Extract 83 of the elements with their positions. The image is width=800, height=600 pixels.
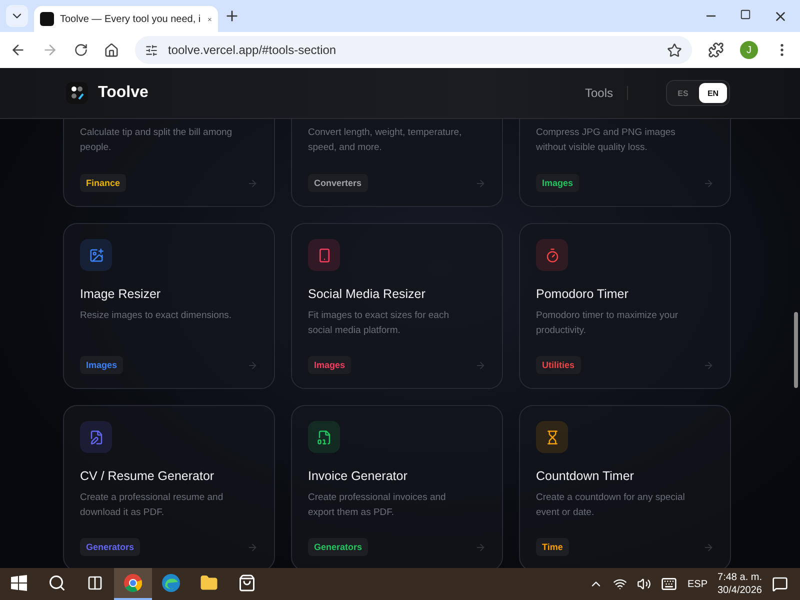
language-option[interactable]: ES — [669, 83, 697, 103]
card-title: Image Resizer — [80, 287, 162, 301]
logo-icon — [66, 82, 88, 104]
arrow-icon — [703, 542, 714, 552]
card-description: Calculate tip and split the bill among people. — [80, 126, 234, 155]
keyboard-icon[interactable] — [661, 576, 678, 592]
stopwatch-icon — [544, 248, 560, 262]
date-text: 30/4/2026 — [718, 584, 762, 597]
browser-icon[interactable] — [124, 574, 142, 592]
nav-link[interactable]: Tools — [584, 86, 628, 100]
extensions-icon[interactable] — [708, 42, 724, 58]
site-icon — [40, 12, 54, 26]
card-title: Pomodoro Timer — [536, 287, 630, 301]
back-icon[interactable] — [10, 42, 26, 58]
tool-card[interactable]: Pomodoro Timer Pomodoro timer to maximize your productivity. Utilities — [519, 223, 731, 389]
category-tag: Generators — [308, 538, 368, 556]
card-title: Invoice Generator — [308, 469, 408, 483]
new-tab-icon[interactable] — [224, 8, 240, 24]
search-icon[interactable] — [48, 574, 66, 592]
tool-card[interactable]: Image Resizer Resize images to exact dimensions. Images — [63, 223, 275, 389]
tool-card[interactable]: Compress JPG and PNG images without visible quality loss. Images — [519, 119, 731, 207]
tool-card[interactable]: Invoice Generator Create professional invoices and export them as PDF. Generators — [291, 405, 503, 568]
home-icon[interactable] — [104, 42, 119, 58]
browser-tab[interactable]: Toolve — Every tool you need, i — [34, 6, 218, 32]
card-title: CV / Resume Generator — [80, 469, 216, 483]
category-tag: Images — [80, 356, 124, 374]
hourglass-icon — [544, 430, 560, 444]
notifications-icon[interactable] — [772, 576, 788, 592]
card-title: Social Media Resizer — [308, 287, 426, 301]
folder-icon[interactable] — [200, 574, 218, 592]
tool-card[interactable]: Calculate tip and split the bill among people. Finance — [63, 119, 275, 207]
tab-title: Toolve — Every tool you need, i — [60, 14, 201, 24]
tab-list-button[interactable] — [6, 5, 28, 27]
store-icon[interactable] — [238, 574, 256, 592]
category-tag: Generators — [80, 538, 140, 556]
card-description: Create professional invoices and export them as PDF. — [308, 491, 447, 520]
arrow-icon — [475, 542, 486, 552]
clock[interactable]: 7:48 a. m. 30/4/2026 — [718, 571, 762, 597]
card-description: Create a countdown for any special event or date. — [536, 491, 686, 520]
card-description: Convert length, weight, temperature, speed, and more. — [308, 126, 463, 155]
arrow-icon — [247, 360, 258, 370]
tool-card[interactable]: Convert length, weight, temperature, speed, and more. Converters — [291, 119, 503, 207]
card-description: Resize images to exact dimensions. — [80, 309, 233, 323]
bookmark-star-icon[interactable] — [667, 42, 682, 58]
arrow-icon — [703, 360, 714, 370]
file-digits-icon — [316, 430, 332, 444]
language-option[interactable]: EN — [699, 83, 727, 103]
card-description: Pomodoro timer to maximize your productivity. — [536, 309, 680, 338]
address-bar[interactable]: toolve.vercel.app/#tools-section — [135, 36, 692, 64]
task-view-icon[interactable] — [87, 575, 103, 591]
browser-icon[interactable] — [162, 574, 180, 592]
image-plus-icon — [88, 248, 104, 262]
tool-card[interactable]: Countdown Timer Create a countdown for any special event or date. Time — [519, 405, 731, 568]
phone-icon — [316, 248, 332, 262]
reload-icon[interactable] — [74, 43, 88, 57]
scrollbar-thumb[interactable] — [794, 312, 798, 388]
tool-card[interactable]: CV / Resume Generator Create a professional resume and download it as PDF. Generators — [63, 405, 275, 568]
card-description: Create a professional resume and download it as PDF. — [80, 491, 224, 520]
input-language[interactable]: ESP — [687, 578, 708, 590]
volume-icon[interactable] — [637, 577, 652, 591]
brand-name: Toolve — [98, 84, 148, 102]
arrow-icon — [475, 360, 486, 370]
arrow-icon — [247, 542, 258, 552]
windows-logo-icon[interactable] — [11, 575, 27, 591]
arrow-icon — [703, 178, 714, 188]
category-tag: Images — [308, 356, 352, 374]
category-tag: Finance — [80, 174, 126, 192]
arrow-icon — [247, 178, 258, 188]
category-tag: Images — [536, 174, 580, 192]
card-title: Countdown Timer — [536, 469, 635, 483]
restore-icon[interactable] — [740, 8, 751, 20]
card-description: Fit images to exact sizes for each social media platform. — [308, 309, 450, 338]
time-text: 7:48 a. m. — [718, 571, 762, 584]
url-text: toolve.vercel.app/#tools-section — [168, 43, 338, 57]
category-tag: Time — [536, 538, 569, 556]
site-settings-icon[interactable] — [145, 44, 158, 56]
arrow-icon — [475, 178, 486, 188]
category-tag: Converters — [308, 174, 368, 192]
wifi-icon[interactable] — [613, 577, 628, 591]
category-tag: Utilities — [536, 356, 581, 374]
card-description: Compress JPG and PNG images without visible quality loss. — [536, 126, 676, 155]
file-pen-icon — [88, 430, 104, 444]
tool-card[interactable]: Social Media Resizer Fit images to exact sizes for each social media platform. Images — [291, 223, 503, 389]
